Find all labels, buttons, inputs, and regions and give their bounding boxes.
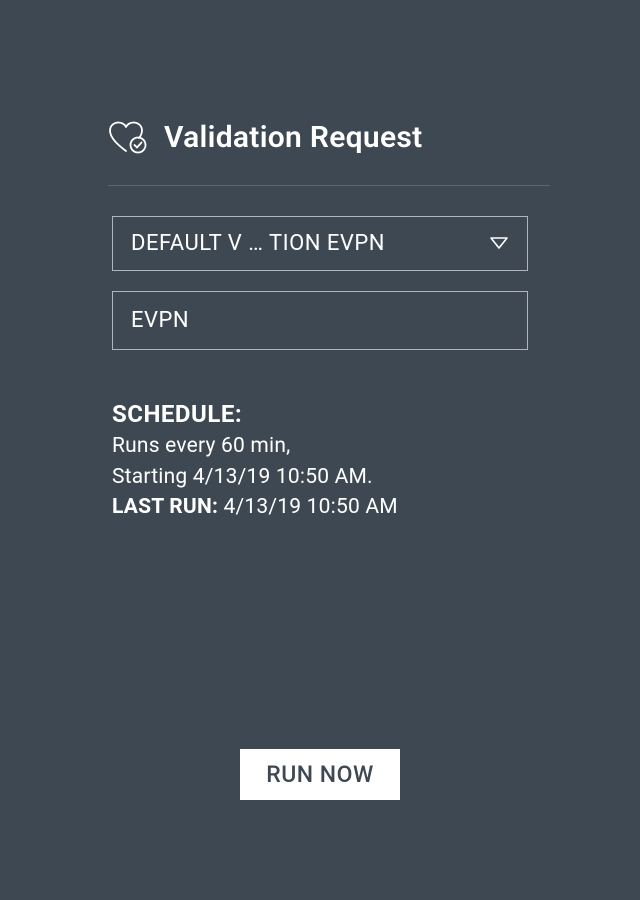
schedule-frequency: Runs every 60 min, xyxy=(112,432,550,460)
last-run-value: 4/13/19 10:50 AM xyxy=(218,495,398,519)
select-value: DEFAULT V … TION EVPN xyxy=(131,231,385,256)
schedule-label: SCHEDULE: xyxy=(112,398,550,430)
form-area: DEFAULT V … TION EVPN EVPN xyxy=(90,216,550,350)
action-row: RUN NOW xyxy=(90,749,550,860)
schedule-start: Starting 4/13/19 10:50 AM. xyxy=(112,463,550,491)
validation-request-panel: Validation Request DEFAULT V … TION EVPN… xyxy=(0,0,640,900)
validation-name-input[interactable]: EVPN xyxy=(112,291,528,350)
validation-type-select[interactable]: DEFAULT V … TION EVPN xyxy=(112,216,528,271)
schedule-info: SCHEDULE: Runs every 60 min, Starting 4/… xyxy=(90,398,550,521)
last-run-label: LAST RUN: xyxy=(112,495,218,519)
chevron-down-icon xyxy=(489,231,509,256)
heart-check-icon xyxy=(108,121,148,155)
header: Validation Request xyxy=(108,120,550,186)
page-title: Validation Request xyxy=(164,120,423,155)
schedule-last-run: LAST RUN: 4/13/19 10:50 AM xyxy=(112,493,550,521)
run-now-button[interactable]: RUN NOW xyxy=(240,749,399,800)
